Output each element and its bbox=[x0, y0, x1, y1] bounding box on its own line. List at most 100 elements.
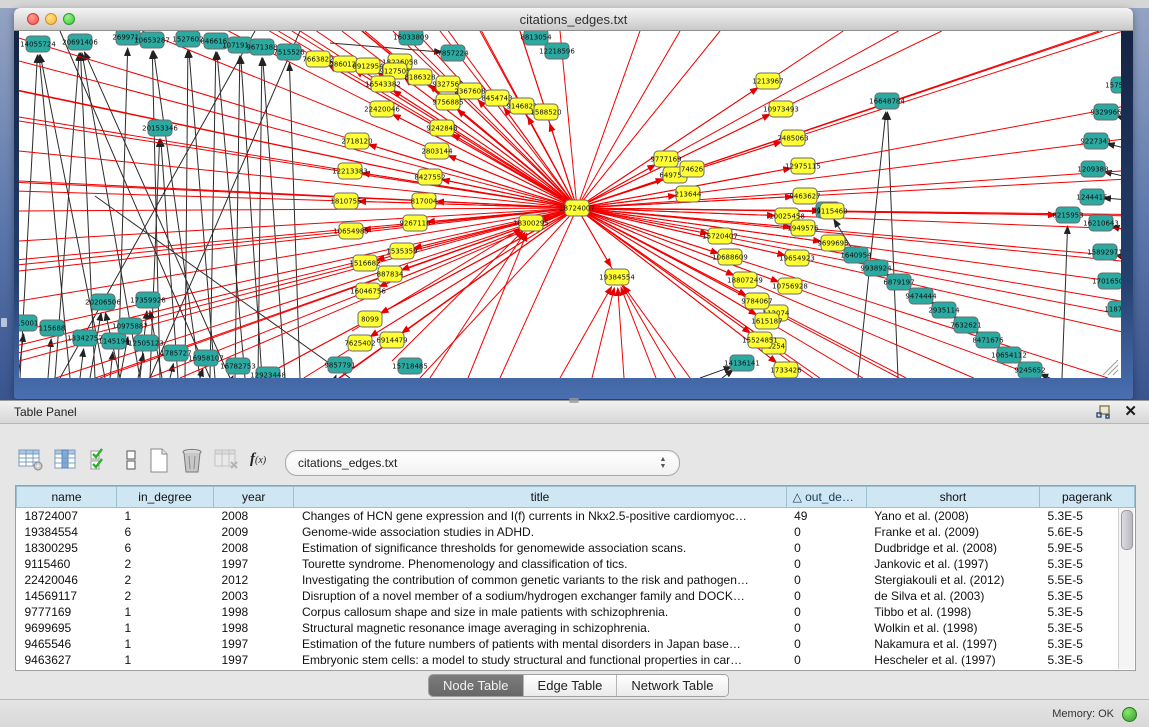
graph-node-1588520[interactable]: 1588520 bbox=[530, 104, 561, 120]
table-row[interactable]: 946554611997Estimation of the future num… bbox=[17, 636, 1135, 652]
graph-node-9267110[interactable]: 9267110 bbox=[399, 215, 430, 231]
destroy-table-icon[interactable] bbox=[214, 448, 240, 472]
network-canvas[interactable]: 1405572420691406269971410653287152760284… bbox=[19, 31, 1121, 378]
graph-node-10654985[interactable]: 10654985 bbox=[333, 223, 369, 239]
vertical-scrollbar[interactable] bbox=[1118, 508, 1134, 669]
graph-node-9329966[interactable]: 9329966 bbox=[1090, 104, 1121, 120]
delete-table-icon[interactable] bbox=[180, 448, 204, 473]
graph-node-887834[interactable]: 887834 bbox=[377, 266, 404, 282]
graph-node-9699695[interactable]: 9699695 bbox=[817, 235, 848, 251]
graph-node-1949576[interactable]: 1949576 bbox=[787, 220, 819, 236]
graph-node-7515526[interactable]: 7515526 bbox=[273, 44, 305, 60]
close-window-button[interactable] bbox=[27, 13, 39, 25]
table-row[interactable]: 1456911722003Disruption of a novel membe… bbox=[17, 588, 1135, 604]
panel-collapse-handle[interactable] bbox=[1, 318, 7, 327]
graph-node-12975115[interactable]: 12975115 bbox=[785, 158, 821, 174]
resize-grip[interactable] bbox=[1103, 360, 1118, 375]
graph-node-17016504[interactable]: 17016504 bbox=[1092, 273, 1121, 289]
graph-node-817004[interactable]: 817004 bbox=[411, 193, 438, 209]
minimize-window-button[interactable] bbox=[45, 13, 57, 25]
column-header-name[interactable]: name bbox=[17, 487, 117, 508]
graph-node-15751074[interactable]: 15751074 bbox=[1105, 77, 1121, 93]
graph-node-415001[interactable]: 415001 bbox=[19, 315, 38, 331]
graph-node-9938924[interactable]: 9938924 bbox=[860, 260, 892, 276]
graph-node-12213383[interactable]: 12213383 bbox=[332, 163, 368, 179]
graph-node-6914479[interactable]: 6914479 bbox=[376, 332, 407, 348]
graph-node-7632621[interactable]: 7632621 bbox=[950, 317, 981, 333]
table-row[interactable]: 911546021997Tourette syndrome. Phenomeno… bbox=[17, 556, 1135, 572]
graph-node-9227341[interactable]: 9227341 bbox=[1080, 133, 1111, 149]
tab-edge-table[interactable]: Edge Table bbox=[524, 675, 618, 696]
network-window-titlebar[interactable]: citations_edges.txt bbox=[14, 8, 1133, 31]
tab-network-table[interactable]: Network Table bbox=[617, 675, 727, 696]
table-settings-icon[interactable] bbox=[18, 448, 44, 472]
graph-node-19384554[interactable]: 19384554 bbox=[599, 269, 635, 285]
graph-node-1145194[interactable]: 1145194 bbox=[98, 333, 130, 349]
graph-node-8471676[interactable]: 8471676 bbox=[972, 332, 1004, 348]
graph-node-15892971[interactable]: 15892971 bbox=[1087, 244, 1121, 260]
graph-node-7625402[interactable]: 7625402 bbox=[344, 335, 375, 351]
graph-node-9242848[interactable]: 9242848 bbox=[426, 120, 457, 136]
graph-node-7857224[interactable]: 7857224 bbox=[437, 45, 469, 61]
graph-node-14136141[interactable]: 14136141 bbox=[724, 355, 760, 371]
graph-node-1209388[interactable]: 1209388 bbox=[1077, 161, 1108, 177]
graph-node-9474444[interactable]: 9474444 bbox=[905, 288, 937, 304]
graph-node-9857791[interactable]: 9857791 bbox=[324, 357, 355, 373]
graph-node-9463627[interactable]: 9463627 bbox=[789, 188, 820, 204]
graph-node-15718485[interactable]: 15718485 bbox=[392, 358, 428, 374]
select-columns-icon[interactable] bbox=[90, 448, 112, 472]
close-panel-icon[interactable]: ✕ bbox=[1124, 402, 1137, 422]
column-header-short[interactable]: short bbox=[866, 487, 1039, 508]
new-table-icon[interactable] bbox=[148, 448, 170, 473]
table-row[interactable]: 1830029562008Estimation of significance … bbox=[17, 540, 1135, 556]
graph-node-8186328[interactable]: 8186328 bbox=[404, 69, 435, 85]
graph-node-19654923[interactable]: 19654923 bbox=[779, 250, 815, 266]
table-row[interactable]: 1938455462009Genome-wide association stu… bbox=[17, 524, 1135, 540]
graph-node-8215953[interactable]: 8215953 bbox=[1052, 207, 1083, 223]
graph-node-2718120[interactable]: 2718120 bbox=[341, 133, 372, 149]
graph-node-12505123[interactable]: 12505123 bbox=[128, 335, 164, 351]
graph-node-14055724[interactable]: 14055724 bbox=[20, 36, 56, 52]
column-header-title[interactable]: title bbox=[294, 487, 786, 508]
graph-node-10688609[interactable]: 10688609 bbox=[712, 249, 748, 265]
graph-node-1244415[interactable]: 1244415 bbox=[1076, 189, 1107, 205]
graph-node-6879197[interactable]: 6879197 bbox=[883, 274, 914, 290]
graph-node-1535359[interactable]: 1535359 bbox=[386, 243, 417, 259]
splitter-grip[interactable] bbox=[569, 398, 579, 403]
graph-node-2803144[interactable]: 2803144 bbox=[421, 143, 453, 159]
graph-node-16033809[interactable]: 16033809 bbox=[393, 31, 429, 45]
graph-node-9777169[interactable]: 9777169 bbox=[650, 151, 681, 167]
graph-node-9784067[interactable]: 9784067 bbox=[741, 293, 772, 309]
scrollbar-thumb[interactable] bbox=[1121, 510, 1133, 550]
citation-graph[interactable]: 1405572420691406269971410653287152760284… bbox=[19, 31, 1121, 378]
graph-node-10654112[interactable]: 10654112 bbox=[991, 347, 1027, 363]
column-header-year[interactable]: year bbox=[214, 487, 294, 508]
graph-node-8427552[interactable]: 8427552 bbox=[414, 169, 445, 185]
function-builder-icon[interactable]: f(x) bbox=[250, 451, 266, 468]
graph-node-1785727[interactable]: 1785727 bbox=[160, 345, 191, 361]
graph-node-1615187[interactable]: 1615187 bbox=[751, 313, 782, 329]
float-panel-icon[interactable] bbox=[1096, 405, 1111, 419]
graph-node-9756885[interactable]: 9756885 bbox=[432, 94, 463, 110]
graph-node-9245652[interactable]: 9245652 bbox=[1014, 362, 1045, 378]
graph-node-1527602[interactable]: 1527602 bbox=[172, 31, 203, 47]
table-selector-dropdown[interactable]: citations_edges.txt ▲▼ bbox=[285, 450, 680, 476]
row-options-icon[interactable] bbox=[124, 448, 138, 472]
table-row[interactable]: 977716911998Corpus callosum shape and si… bbox=[17, 604, 1135, 620]
table-row[interactable]: 969969511998Structural magnetic resonanc… bbox=[17, 620, 1135, 636]
graph-node-1213967[interactable]: 1213967 bbox=[752, 73, 783, 89]
column-header-in_degree[interactable]: in_degree bbox=[117, 487, 214, 508]
tab-node-table[interactable]: Node Table bbox=[429, 675, 524, 696]
graph-node-9115460[interactable]: 9115460 bbox=[816, 203, 847, 219]
column-header-pagerank[interactable]: pagerank bbox=[1040, 487, 1135, 508]
graph-node-1810755[interactable]: 1810755 bbox=[330, 193, 361, 209]
show-columns-icon[interactable] bbox=[54, 448, 78, 472]
graph-node-8099[interactable]: 8099 bbox=[358, 311, 382, 327]
graph-node-7485063[interactable]: 7485063 bbox=[777, 130, 808, 146]
graph-node-213644[interactable]: 213644 bbox=[675, 186, 702, 202]
table-row[interactable]: 946362711997Embryonic stem cells: a mode… bbox=[17, 652, 1135, 668]
graph-node-74626[interactable]: 74626 bbox=[680, 161, 704, 177]
graph-node-1733426[interactable]: 1733426 bbox=[770, 362, 802, 378]
column-header-out_de[interactable]: △ out_de… bbox=[786, 487, 866, 508]
graph-node-1516682[interactable]: 1516682 bbox=[349, 255, 380, 271]
